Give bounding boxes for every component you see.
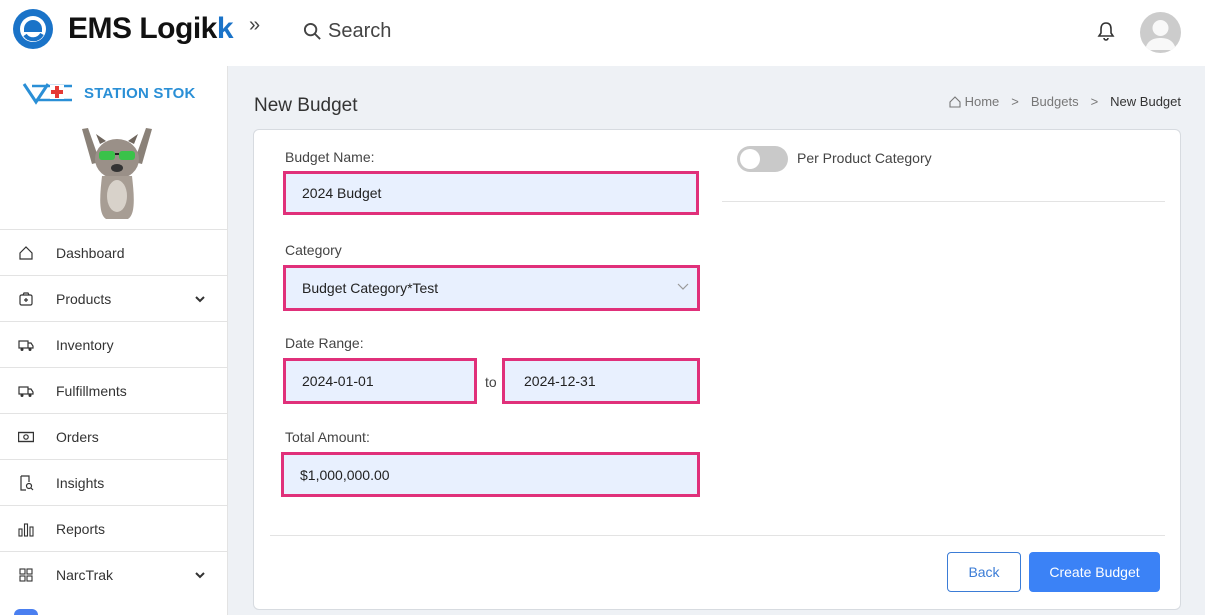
raccoon-mascot-image — [82, 128, 152, 219]
box-icon — [18, 291, 34, 307]
report-search-icon — [18, 474, 34, 491]
truck-icon — [18, 337, 34, 353]
per-product-category-label: Per Product Category — [797, 150, 932, 166]
sidebar-item-label: Insights — [56, 474, 105, 491]
breadcrumb-home-link[interactable]: Home — [965, 94, 1000, 109]
category-select[interactable]: Budget Category*Test — [283, 265, 700, 311]
back-button[interactable]: Back — [947, 552, 1021, 592]
brand-name: EMS Logikk — [68, 12, 234, 45]
date-range-to-label: to — [485, 374, 497, 390]
sidebar-item-label: Products — [56, 290, 112, 307]
total-amount-label: Total Amount: — [285, 429, 370, 445]
station-stok-mark-icon — [22, 83, 72, 105]
ems-logik-logo[interactable]: EMS Logikk — [8, 7, 234, 51]
breadcrumb-separator: > — [1011, 94, 1019, 109]
new-budget-form-card: Budget Name: 2024 Budget Category Budget… — [253, 129, 1181, 610]
top-header: EMS Logikk » Search — [0, 0, 1205, 66]
station-name: STATION STOK — [84, 84, 196, 102]
truck-icon — [18, 383, 34, 399]
chevron-down-icon — [677, 283, 689, 290]
budget-name-label: Budget Name: — [285, 149, 375, 165]
date-to-input[interactable]: 2024-12-31 — [502, 358, 700, 404]
user-avatar[interactable] — [1140, 12, 1181, 53]
category-selected-value: Budget Category*Test — [302, 280, 439, 296]
bell-icon[interactable] — [1097, 21, 1115, 41]
station-stok-logo: STATION STOK — [22, 80, 196, 106]
right-panel-divider — [722, 201, 1165, 202]
sidebar-item-fulfillments[interactable]: Fulfillments — [0, 367, 227, 413]
sidebar-item-products[interactable]: Products — [0, 275, 227, 321]
sidebar-collapse-button[interactable]: » — [249, 14, 260, 37]
breadcrumb: Home > Budgets > New Budget — [949, 94, 1181, 109]
user-icon — [1145, 20, 1176, 50]
total-amount-input[interactable]: $1,000,000.00 — [281, 452, 700, 497]
sidebar-item-label: Fulfillments — [56, 382, 127, 399]
date-range-label: Date Range: — [285, 335, 364, 351]
create-budget-button[interactable]: Create Budget — [1029, 552, 1160, 592]
sidebar-item-narctrak[interactable]: NarcTrak — [0, 551, 227, 597]
footer-divider — [270, 535, 1165, 536]
bar-chart-icon — [18, 521, 34, 537]
sidebar-item-label: NarcTrak — [56, 566, 114, 583]
sidebar-item-label: Orders — [56, 428, 99, 445]
breadcrumb-current: New Budget — [1110, 94, 1181, 109]
chevron-down-icon — [195, 571, 205, 578]
sidebar-item-label: Dashboard — [56, 244, 125, 261]
sidebar-item-insights[interactable]: Insights — [0, 459, 227, 505]
sidebar-nav: Dashboard Products Inventory Fulfillment… — [0, 229, 227, 597]
sidebar-item-reports[interactable]: Reports — [0, 505, 227, 551]
home-icon — [949, 95, 961, 108]
ems-logo-icon — [13, 9, 53, 49]
grid-icon — [18, 567, 34, 583]
sidebar-item-label: Inventory — [56, 336, 114, 353]
sidebar: STATION STOK Dashboard Products Inventor… — [0, 66, 228, 615]
date-from-input[interactable]: 2024-01-01 — [283, 358, 477, 404]
money-icon — [18, 429, 34, 445]
toggle-knob — [740, 149, 760, 169]
search-bar[interactable]: Search — [303, 20, 391, 43]
home-icon — [18, 245, 34, 261]
search-icon — [303, 22, 321, 40]
breadcrumb-separator: > — [1090, 94, 1099, 109]
category-label: Category — [285, 242, 342, 258]
sidebar-bottom-badge[interactable] — [14, 609, 38, 615]
sidebar-item-inventory[interactable]: Inventory — [0, 321, 227, 367]
sidebar-item-dashboard[interactable]: Dashboard — [0, 229, 227, 275]
per-product-category-toggle[interactable] — [737, 146, 788, 172]
search-placeholder: Search — [328, 20, 392, 42]
chevron-down-icon — [195, 295, 205, 302]
page-title: New Budget — [254, 95, 358, 116]
budget-name-input[interactable]: 2024 Budget — [283, 171, 699, 215]
sidebar-item-orders[interactable]: Orders — [0, 413, 227, 459]
breadcrumb-budgets-link[interactable]: Budgets — [1031, 94, 1079, 109]
sidebar-item-label: Reports — [56, 520, 106, 537]
